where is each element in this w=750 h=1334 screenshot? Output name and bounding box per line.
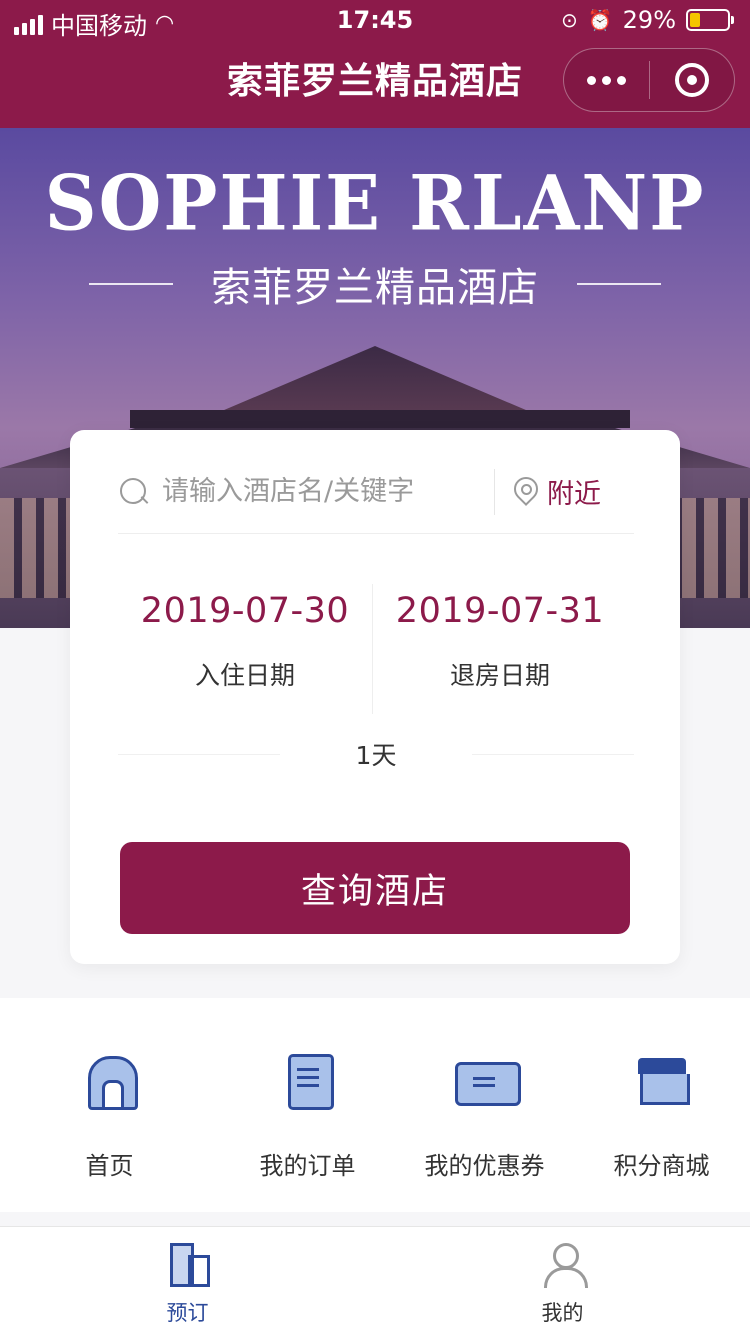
user-icon [541, 1241, 588, 1288]
nights-line-left [118, 753, 280, 755]
menu-item-label: 我的订单 [259, 1152, 356, 1180]
lock-rotation-icon: ⊙ [560, 8, 578, 32]
close-target-icon[interactable] [650, 49, 734, 111]
battery-percent: 29% [622, 6, 676, 34]
order-icon [282, 1054, 334, 1110]
quick-menu: 首页 我的订单 我的优惠券 积分商城 [0, 998, 750, 1212]
menu-item-home[interactable]: 首页 [0, 998, 219, 1212]
banner-title-cn-row: 索菲罗兰精品酒店 [0, 254, 750, 314]
tab-bar: 预订 我的 [0, 1226, 750, 1334]
tab-booking[interactable]: 预订 [0, 1227, 375, 1334]
date-selector: 2019-07-30 入住日期 2019-07-31 退房日期 [118, 580, 634, 716]
checkin-label: 入住日期 [194, 661, 295, 690]
search-divider [494, 468, 495, 515]
checkout-date-picker[interactable]: 2019-07-31 退房日期 [373, 580, 627, 716]
banner-title-cn: 索菲罗兰精品酒店 [211, 265, 539, 311]
more-icon[interactable] [564, 49, 649, 111]
battery-icon [686, 9, 734, 31]
banner-divider-left [89, 283, 173, 285]
menu-item-label: 我的优惠券 [424, 1152, 545, 1180]
mall-icon [636, 1054, 690, 1106]
banner-divider-right [577, 283, 661, 285]
menu-item-label: 首页 [85, 1152, 134, 1180]
tab-label: 预订 [166, 1301, 209, 1325]
checkout-date: 2019-07-31 [395, 591, 605, 631]
nearby-button[interactable]: 附近 [513, 472, 601, 511]
nights-line-right [472, 753, 634, 755]
nights-row: 1天 [118, 732, 634, 776]
menu-item-label: 积分商城 [613, 1152, 710, 1180]
tab-label: 我的 [541, 1301, 584, 1325]
checkout-label: 退房日期 [449, 661, 550, 690]
checkin-date: 2019-07-30 [140, 591, 350, 631]
status-bar: 中国移动 ◠ 17:45 ⊙ ⏰ 29% [0, 0, 750, 42]
menu-item-orders[interactable]: 我的订单 [219, 998, 396, 1212]
banner-title-en: SOPHIE RLANP [44, 157, 706, 248]
booking-icon [166, 1241, 210, 1287]
menu-item-points-mall[interactable]: 积分商城 [573, 998, 750, 1212]
alarm-icon: ⏰ [587, 8, 613, 32]
nearby-label: 附近 [547, 479, 601, 510]
nights-count: 1天 [355, 741, 397, 770]
checkin-date-picker[interactable]: 2019-07-30 入住日期 [118, 580, 372, 716]
search-row: 附近 [118, 450, 634, 534]
search-input[interactable] [162, 476, 482, 507]
banner-roof [210, 346, 540, 416]
top-bar: 中国移动 ◠ 17:45 ⊙ ⏰ 29% 索菲罗兰精品酒店 [0, 0, 750, 128]
location-pin-icon [513, 477, 537, 507]
status-right: ⊙ ⏰ 29% [560, 6, 734, 34]
search-card: 附近 2019-07-30 入住日期 2019-07-31 退房日期 1天 查询… [70, 430, 680, 964]
mini-program-capsule [563, 48, 735, 112]
banner-eave [130, 410, 630, 428]
tab-mine[interactable]: 我的 [375, 1227, 750, 1334]
search-icon [118, 476, 150, 508]
menu-item-coupons[interactable]: 我的优惠券 [396, 998, 573, 1212]
coupon-icon [454, 1054, 521, 1106]
query-hotel-button[interactable]: 查询酒店 [120, 842, 630, 934]
home-icon [84, 1054, 138, 1110]
